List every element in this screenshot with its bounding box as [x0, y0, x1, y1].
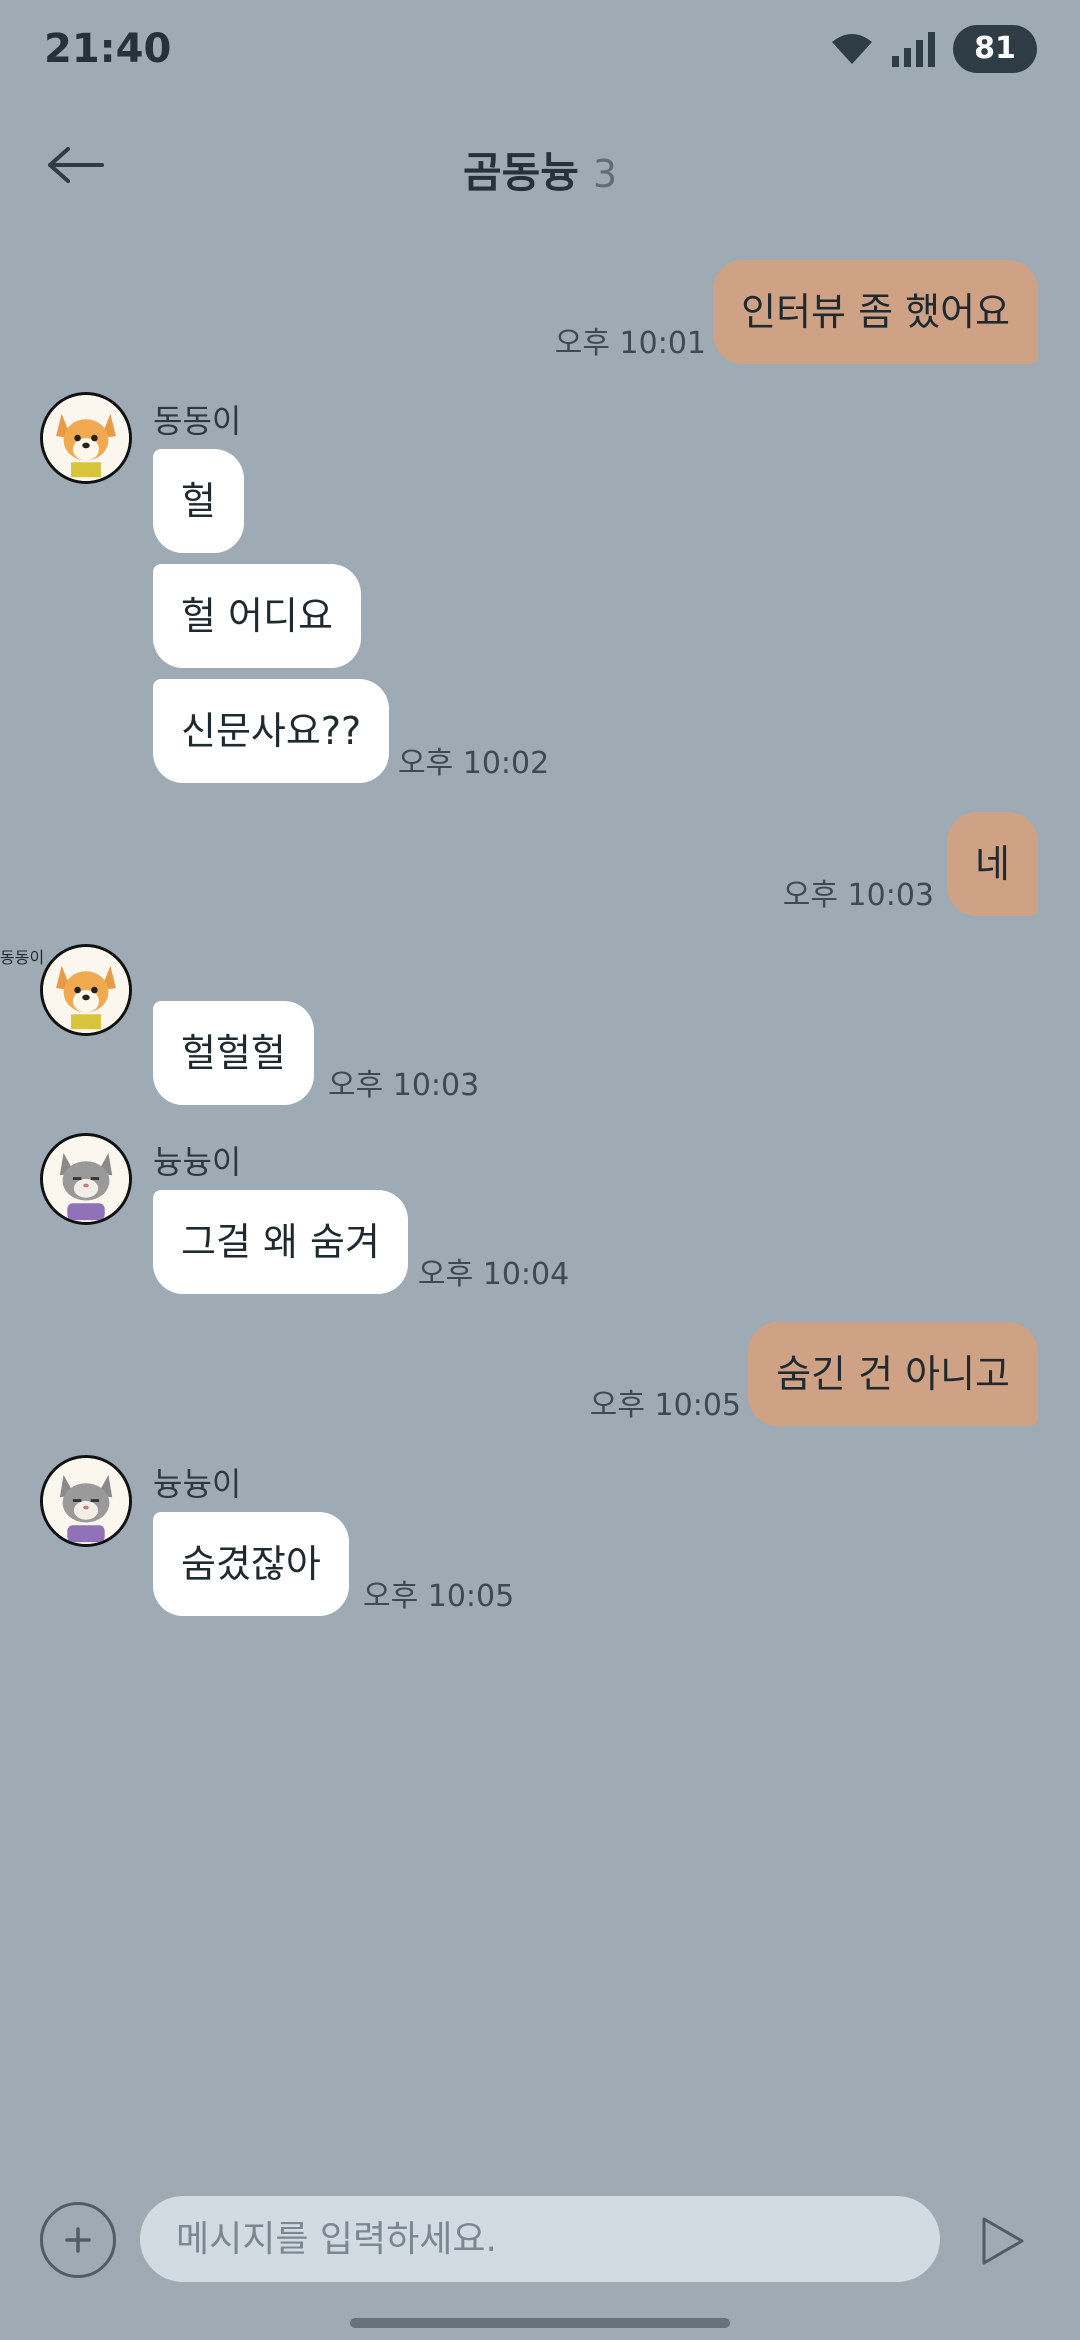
message-bubble[interactable]: 그걸 왜 숨겨 [153, 1190, 408, 1294]
message-bubble[interactable]: 인터뷰 좀 했어요 [713, 260, 1038, 364]
message-bubble[interactable]: 네 [947, 812, 1038, 916]
dog-avatar-icon [43, 947, 129, 1033]
send-icon[interactable] [980, 2215, 1026, 2267]
avatar[interactable] [40, 392, 132, 484]
chat-title: 곰동늉 [462, 148, 579, 197]
dog-avatar-icon [43, 395, 129, 481]
sender-name: 늉늉이 [153, 1465, 242, 1503]
sender-name: 늉늉이 [153, 1143, 242, 1181]
avatar[interactable] [40, 1455, 132, 1547]
message-bubble[interactable]: 헐 [153, 449, 244, 553]
wifi-icon [832, 34, 872, 64]
message-bubble[interactable]: 숨긴 건 아니고 [748, 1322, 1038, 1426]
avatar[interactable] [40, 1133, 132, 1225]
message-input[interactable] [140, 2196, 940, 2282]
message-time: 오후 10:03 [782, 878, 934, 913]
message-bubble[interactable]: 숨겼잖아 [153, 1512, 349, 1616]
cat-avatar-icon [43, 1458, 129, 1544]
incoming-message-group: 동동이 헐헐헐 오후 10:03 [0, 944, 1080, 1105]
message-bubble[interactable]: 신문사요?? [153, 679, 390, 783]
add-button[interactable] [40, 2202, 116, 2278]
message-time: 오후 10:02 [398, 746, 550, 781]
chat-title-group: 곰동늉 3 [0, 139, 1080, 200]
cat-avatar-icon [43, 1136, 129, 1222]
battery-indicator: 81 [953, 25, 1037, 73]
status-bar: 21:40 81 [0, 0, 1080, 100]
home-indicator[interactable] [350, 2318, 730, 2328]
plus-icon [65, 2227, 91, 2253]
message-time: 오후 10:01 [554, 326, 706, 361]
avatar[interactable] [40, 944, 132, 1036]
message-time: 오후 10:05 [363, 1579, 515, 1614]
chat-header: 곰동늉 3 [0, 115, 1080, 215]
message-time: 오후 10:03 [328, 1068, 480, 1103]
message-bubble[interactable]: 헐 어디요 [153, 564, 361, 668]
message-bubble[interactable]: 헐헐헐 [153, 1001, 314, 1105]
sender-name: 동동이 [153, 402, 242, 440]
signal-icon [892, 32, 935, 67]
message-time: 오후 10:05 [589, 1388, 741, 1423]
sender-name: 동동이 [0, 948, 45, 967]
status-time: 21:40 [44, 26, 172, 72]
member-count: 3 [592, 152, 618, 196]
message-time: 오후 10:04 [418, 1257, 570, 1292]
